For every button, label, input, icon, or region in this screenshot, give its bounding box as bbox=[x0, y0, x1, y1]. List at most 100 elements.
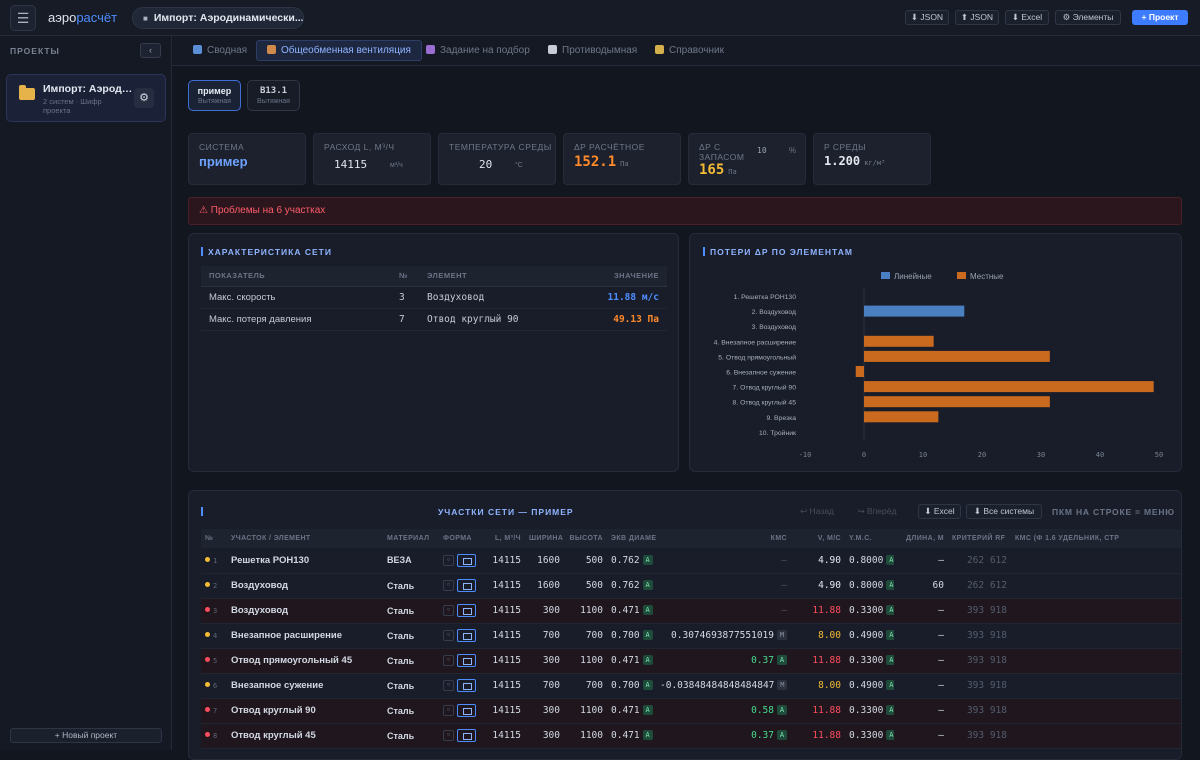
col-header[interactable]: ВЫСОТА bbox=[564, 529, 607, 548]
table-row[interactable]: 7 Отвод круглый 90 Сталь ○ 14115 300 1100 0.471… bbox=[201, 698, 1181, 724]
tab-selection-task[interactable]: Задание на подбор bbox=[416, 40, 540, 61]
sidebar-new-project-button[interactable]: + Новый проект bbox=[10, 728, 162, 743]
sidebar-title: ПРОЕКТЫ bbox=[10, 46, 60, 56]
export-json-button[interactable]: ⬆ JSON bbox=[955, 10, 999, 25]
table-row[interactable]: 3 Воздуховод Сталь ○ 14115 300 1100 0.471 A —11.8… bbox=[201, 598, 1181, 624]
col-header[interactable]: МАТЕРИАЛ bbox=[383, 529, 439, 548]
pressure-loss-chart-panel: ПОТЕРИ ΔP ПО ЭЛЕМЕНТАМ Линейные Местные 1.… bbox=[689, 233, 1182, 472]
tab-general-ventilation[interactable]: Общеобменная вентиляция bbox=[256, 40, 422, 61]
project-card[interactable]: Импорт: Аэродинамический 2 систем · Шифр… bbox=[6, 74, 166, 122]
round-shape-icon[interactable]: ○ bbox=[443, 680, 454, 691]
auto-badge: A bbox=[886, 705, 894, 715]
round-shape-icon[interactable]: ○ bbox=[443, 705, 454, 716]
import-json-button[interactable]: ⬇ JSON bbox=[905, 10, 949, 25]
rf-cell: 262 612 bbox=[948, 573, 1011, 599]
tab-smoke-control[interactable]: Противодымная bbox=[538, 40, 647, 61]
number-cell: 3 bbox=[391, 286, 419, 309]
flow-cell: 14115 bbox=[483, 698, 525, 724]
system-chip-v13-1[interactable]: В13.1 Вытяжная bbox=[247, 80, 300, 111]
length-cell: — bbox=[894, 548, 948, 574]
col-header[interactable]: ШИРИНА bbox=[525, 529, 564, 548]
round-shape-icon[interactable]: ○ bbox=[443, 554, 454, 566]
index-cell: 6 bbox=[201, 673, 227, 699]
new-project-button[interactable]: + Проект bbox=[1132, 10, 1188, 25]
segments-excel-button[interactable]: ⬇ Excel bbox=[918, 504, 961, 519]
warning-icon: ⚠ bbox=[199, 205, 208, 216]
col-header[interactable]: № bbox=[201, 529, 227, 548]
project-settings-button[interactable]: ⚙ bbox=[134, 88, 154, 108]
kms-cell: 0.58 A bbox=[656, 698, 791, 724]
rect-shape-icon[interactable] bbox=[457, 704, 476, 717]
round-shape-icon[interactable]: ○ bbox=[443, 630, 454, 641]
rect-shape-icon[interactable] bbox=[457, 629, 476, 642]
auto-badge: A bbox=[642, 655, 653, 665]
table-row[interactable]: 1 Решетка РОН130 ВЕЗА ○ 14115 1600 500 0.762 A —4… bbox=[201, 548, 1181, 574]
table-row[interactable]: 4 Внезапное расширение Сталь ○ 14115 700 700 0.… bbox=[201, 623, 1181, 649]
col-header[interactable]: V, М/С bbox=[791, 529, 845, 548]
ymc-cell: 0.8000 A bbox=[845, 573, 894, 599]
bar-Местные bbox=[864, 335, 934, 347]
shape-cell: ○ bbox=[439, 673, 483, 699]
auto-badge: A bbox=[886, 605, 894, 615]
kpi-unit: Па bbox=[728, 168, 737, 176]
rect-shape-icon[interactable] bbox=[457, 553, 476, 567]
round-shape-icon[interactable]: ○ bbox=[443, 605, 454, 616]
flow-input[interactable]: 14115 bbox=[334, 158, 367, 171]
elements-button[interactable]: ⚙ Элементы bbox=[1055, 10, 1121, 25]
rect-shape-icon[interactable] bbox=[457, 579, 476, 592]
logo-part-raschet: расчёт bbox=[76, 10, 118, 25]
col-header[interactable]: ЭКВ ДИАМЕТР bbox=[607, 529, 656, 548]
col-header[interactable]: КМС bbox=[656, 529, 791, 548]
col-header[interactable]: КРИТЕРИЙ RF bbox=[948, 529, 1011, 548]
context-menu-hint: ПКМ НА СТРОКЕ = МЕНЮ bbox=[1052, 507, 1175, 517]
kms-extra-cell bbox=[1011, 573, 1181, 599]
x-tick-label: 10 bbox=[919, 451, 927, 459]
margin-percent-input[interactable]: 10 bbox=[757, 146, 767, 155]
tab-summary[interactable]: Сводная bbox=[183, 40, 257, 61]
rect-shape-icon[interactable] bbox=[457, 729, 476, 742]
round-shape-icon[interactable]: ○ bbox=[443, 730, 454, 741]
length-cell: — bbox=[894, 648, 948, 674]
velocity-cell: 4.90 bbox=[791, 548, 845, 574]
legend-label: Местные bbox=[970, 272, 1004, 281]
round-shape-icon[interactable]: ○ bbox=[443, 655, 454, 666]
current-project-pill[interactable]: ■ Импорт: Аэродинамически... bbox=[132, 7, 304, 29]
name-cell: Воздуховод bbox=[227, 598, 383, 624]
status-dot-icon bbox=[205, 732, 210, 737]
table-row[interactable]: 2 Воздуховод Сталь ○ 14115 1600 500 0.762 A —4.90… bbox=[201, 573, 1181, 599]
kpi-label: ΔP РАСЧЁТНОЕ bbox=[574, 142, 645, 152]
flow-cell: 14115 bbox=[483, 623, 525, 649]
system-chip-primer[interactable]: пример Вытяжная bbox=[188, 80, 241, 111]
table-row[interactable]: 5 Отвод прямоугольный 45 Сталь ○ 14115 300 110… bbox=[201, 648, 1181, 674]
col-header[interactable]: УЧАСТОК / ЭЛЕМЕНТ bbox=[227, 529, 383, 548]
rect-shape-icon[interactable] bbox=[457, 654, 476, 667]
kms-cell: -0.03848484848484847 M bbox=[656, 673, 791, 699]
menu-button[interactable]: ☰ bbox=[10, 5, 36, 31]
round-shape-icon[interactable]: ○ bbox=[443, 580, 454, 591]
collapse-sidebar-button[interactable]: ‹ bbox=[140, 43, 161, 58]
col-header[interactable]: КМС (Ф 1.6 УДЕЛЬНИК, СТР bbox=[1011, 529, 1181, 548]
table-row[interactable]: 6 Внезапное сужение Сталь ○ 14115 700 700 0.700… bbox=[201, 673, 1181, 699]
kpi-unit: м³/ч bbox=[390, 162, 403, 169]
undo-button[interactable]: ↩ Назад bbox=[792, 504, 842, 519]
panel-title: УЧАСТКИ СЕТИ — ПРИМЕР bbox=[438, 507, 574, 517]
alert-text: Проблемы на 6 участках bbox=[210, 205, 326, 216]
velocity-cell: 8.00 bbox=[791, 673, 845, 699]
all-systems-export-button[interactable]: ⬇ Все системы bbox=[966, 504, 1042, 519]
col-header[interactable]: ФОРМА bbox=[439, 529, 483, 548]
tab-reference[interactable]: Справочник bbox=[645, 40, 734, 61]
table-row[interactable]: Макс. скорость 3 Воздуховод 11.88 м/с bbox=[201, 286, 667, 309]
table-row[interactable]: 8 Отвод круглый 45 Сталь ○ 14115 300 1100 0.471… bbox=[201, 723, 1181, 749]
redo-button[interactable]: ↪ Вперёд bbox=[849, 504, 905, 519]
col-header[interactable]: L, М³/Ч bbox=[483, 529, 525, 548]
table-row[interactable]: Макс. потеря давления 7 Отвод круглый 90… bbox=[201, 308, 667, 331]
auto-badge: A bbox=[886, 580, 894, 590]
temperature-input[interactable]: 20 bbox=[479, 158, 492, 171]
rect-shape-icon[interactable] bbox=[457, 604, 476, 617]
current-project-name: Импорт: Аэродинамически... bbox=[153, 12, 304, 24]
main-tabs: Сводная Общеобменная вентиляция Задание … bbox=[172, 36, 1200, 66]
excel-export-button[interactable]: ⬇ Excel bbox=[1005, 10, 1049, 25]
rect-shape-icon[interactable] bbox=[457, 679, 476, 692]
col-header[interactable]: ДЛИНА, М bbox=[894, 529, 948, 548]
col-header[interactable]: Y.M.C. bbox=[845, 529, 894, 548]
